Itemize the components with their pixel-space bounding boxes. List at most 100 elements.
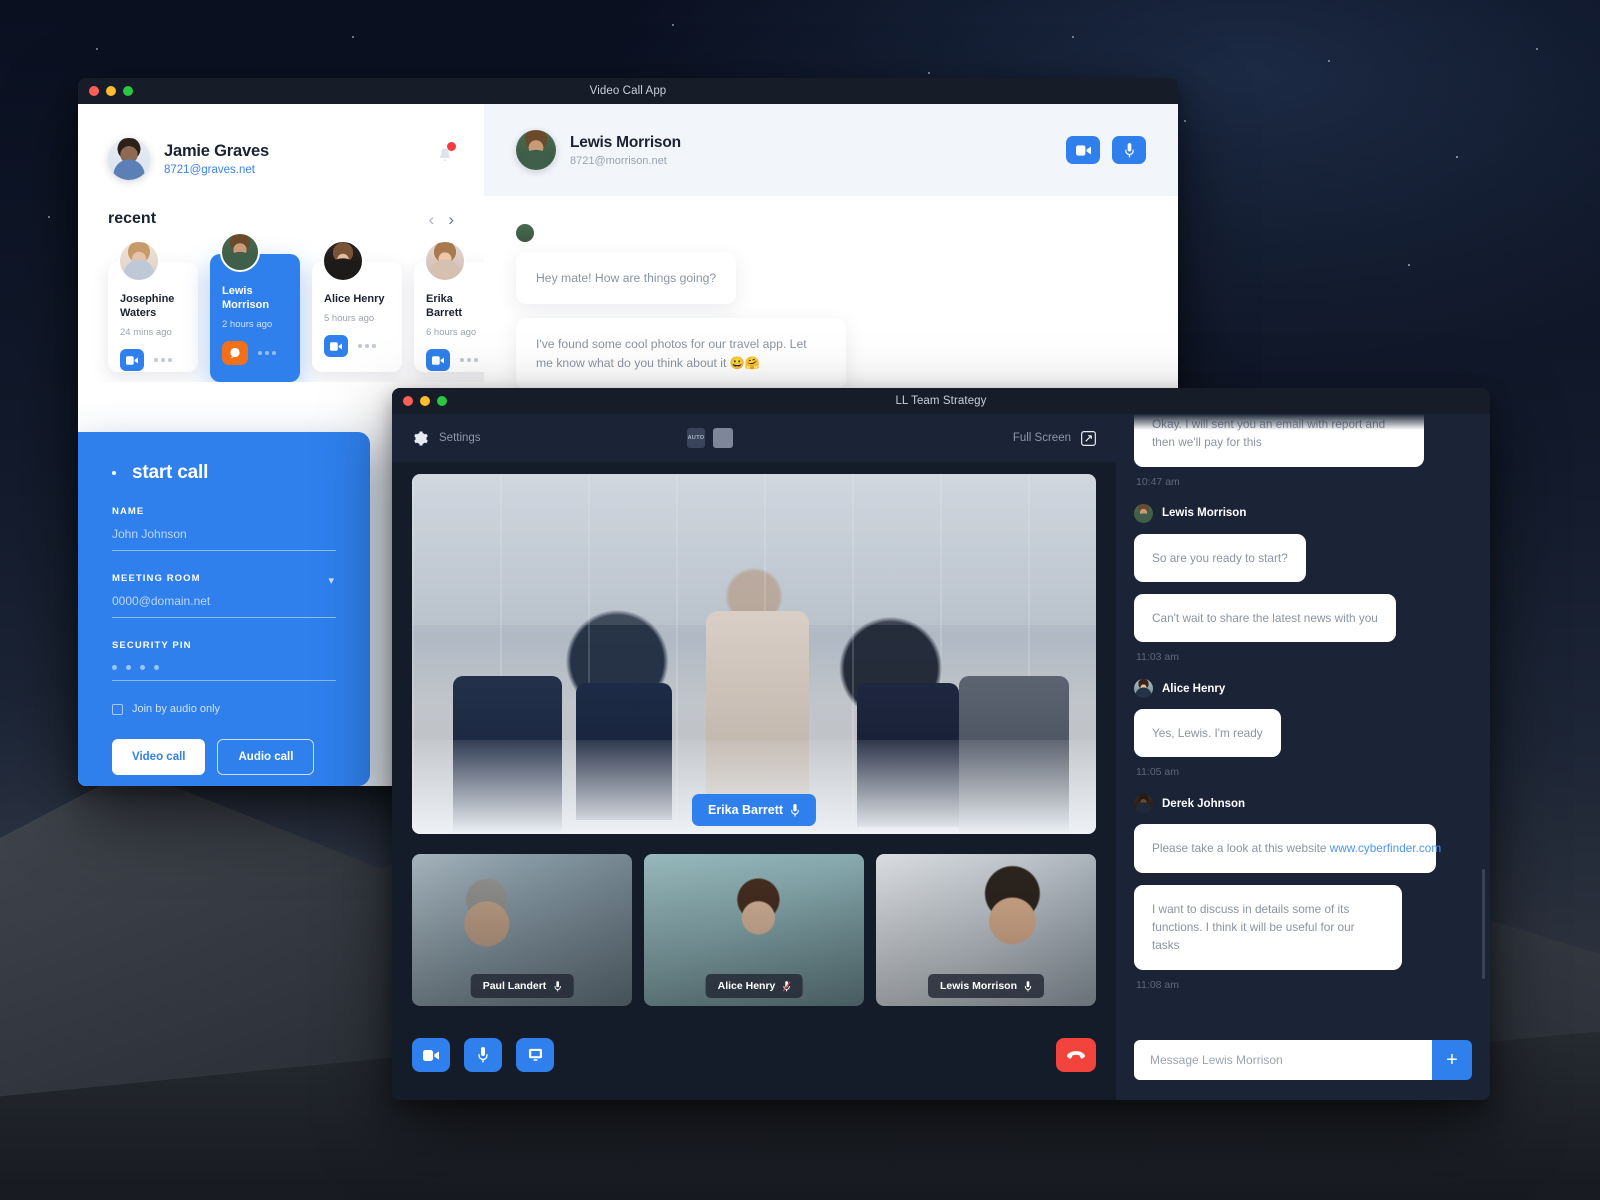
avatar [220,232,260,272]
video-camera-icon[interactable] [426,349,450,372]
layout-auto[interactable]: AUTO [687,428,705,448]
contact-time: 24 mins ago [120,327,172,339]
participant-tile[interactable]: Alice Henry [644,854,864,1006]
user-profile[interactable]: Jamie Graves 8721@graves.net [78,104,484,180]
layout-single[interactable] [713,428,733,448]
participant-name: Lewis Morrison [939,980,1018,992]
peer-handle: 8721@morrison.net [570,154,667,167]
end-call-button[interactable] [1056,1038,1096,1072]
layout-grid-sidebar[interactable] [801,428,821,449]
meeting-room-field-group: MEETING ROOM ▾ [112,573,336,618]
video-camera-icon[interactable] [324,335,348,358]
audio-call-button[interactable]: Audio call [217,739,315,775]
more-dots-icon[interactable] [460,358,478,362]
main-speaker-badge: Erika Barrett [691,794,817,826]
chevron-left-icon[interactable]: ‹ [429,211,435,228]
list-item[interactable]: Erika Barrett 6 hours ago [414,240,484,372]
security-pin-field-group: SECURITY PIN [112,640,336,681]
chat-bubble: I've found some cool photos for our trav… [516,318,846,389]
minimize-window-button[interactable] [420,396,430,406]
website-link[interactable]: www.cyberfinder.com [1330,841,1441,855]
list-item[interactable]: Josephine Waters 24 mins ago [108,240,198,372]
close-window-button[interactable] [403,396,413,406]
layout-speaker[interactable] [741,428,765,448]
close-window-button[interactable] [89,86,99,96]
avatar [118,240,160,282]
more-dots-icon[interactable] [154,358,172,362]
chat-bubble: Please take a look at this website www.c… [1134,824,1441,873]
participant-badge: Alice Henry [705,974,803,998]
more-dots-icon[interactable] [258,351,276,355]
author-name: Alice Henry [1162,682,1226,695]
plus-icon[interactable]: + [1432,1040,1472,1080]
message-time: 11:05 am [1136,766,1179,779]
minimize-window-button[interactable] [106,86,116,96]
expand-icon[interactable] [1081,430,1096,446]
hang-up-icon [1067,1051,1085,1059]
toggle-video-button[interactable] [412,1038,450,1072]
chevron-right-icon[interactable]: › [448,211,454,228]
participant-tile[interactable]: Lewis Morrison [876,854,1096,1006]
main-speaker-name: Erika Barrett [707,803,784,817]
chat-scrollbar[interactable] [1482,869,1485,979]
window-traffic-lights[interactable] [403,396,447,406]
toggle-mic-button[interactable] [464,1038,502,1072]
audio-only-checkbox[interactable] [112,703,123,715]
audio-only-checkbox-row[interactable]: Join by audio only [112,703,336,715]
message-input[interactable] [1134,1040,1432,1080]
video-call-button[interactable]: Video call [112,739,206,775]
contact-name: Lewis Morrison [222,285,270,312]
layout-switcher[interactable]: AUTO [687,428,821,449]
bubble-text: Please take a look at this website [1152,841,1330,856]
call-toolbar: Settings AUTO Full Screen [392,414,1116,462]
call-stage: Settings AUTO Full Screen Erika Barrett … [392,414,1116,1100]
video-camera-icon[interactable] [120,349,144,372]
avatar [516,224,534,242]
window-traffic-lights[interactable] [89,86,133,96]
list-item[interactable]: Alice Henry 5 hours ago [312,240,402,372]
participant-badge: Paul Landert [470,974,574,998]
scroll-fade [1116,414,1490,430]
video-call-window[interactable]: LL Team Strategy Settings AUTO Full Scre… [392,388,1490,1100]
recent-title: recent [108,210,157,227]
maximize-window-button[interactable] [437,396,447,406]
fullscreen-label[interactable]: Full Screen [1013,432,1071,444]
conversation-header: Lewis Morrison 8721@morrison.net [484,104,1178,196]
contact-name: Erika Barrett [426,293,463,320]
profile-handle[interactable]: 8721@graves.net [164,164,269,176]
maximize-window-button[interactable] [123,86,133,96]
share-screen-button[interactable] [516,1038,554,1072]
main-video-tile[interactable]: Erika Barrett [412,474,1096,834]
microphone-icon[interactable] [1112,136,1146,164]
call-chat-panel: Okay. I will sent you an email with repo… [1116,414,1490,1100]
video-camera-icon[interactable] [1066,136,1100,164]
avatar-lewis [516,130,556,170]
message-author: Derek Johnson [1134,794,1472,814]
call-message-list[interactable]: Okay. I will sent you an email with repo… [1116,414,1490,1026]
more-dots-icon[interactable] [358,344,376,348]
messenger-titlebar[interactable]: Video Call App [78,78,1178,104]
microphone-icon [478,1047,488,1063]
chat-bubble: Hey mate! How are things going? [516,252,737,305]
security-pin-label: SECURITY PIN [112,640,192,651]
participant-tile[interactable]: Paul Landert [412,854,632,1006]
message-composer: + [1116,1026,1490,1100]
call-titlebar[interactable]: LL Team Strategy [392,388,1490,414]
chevron-down-icon[interactable]: ▾ [328,574,334,587]
meeting-room-input[interactable] [112,594,336,618]
gear-icon[interactable] [412,430,429,447]
settings-label[interactable]: Settings [439,432,481,444]
avatar-alice [1134,679,1153,699]
layout-grid-2x2[interactable] [773,428,793,448]
contact-time: 2 hours ago [222,319,273,331]
message-author: Lewis Morrison [1134,503,1472,523]
list-item[interactable]: Lewis Morrison 2 hours ago [210,232,300,382]
chat-bubble-icon[interactable] [222,341,248,366]
name-input[interactable] [112,527,336,551]
start-call-title: start call [132,462,209,483]
call-controls [392,1038,1116,1100]
security-pin-input[interactable] [112,661,336,681]
start-call-panel: start call NAME MEETING ROOM ▾ SECURITY … [78,432,370,786]
recent-contacts-list[interactable]: Josephine Waters 24 mins ago Lewis Morri… [78,228,484,382]
chat-bubble: Yes, Lewis. I'm ready [1134,709,1281,758]
